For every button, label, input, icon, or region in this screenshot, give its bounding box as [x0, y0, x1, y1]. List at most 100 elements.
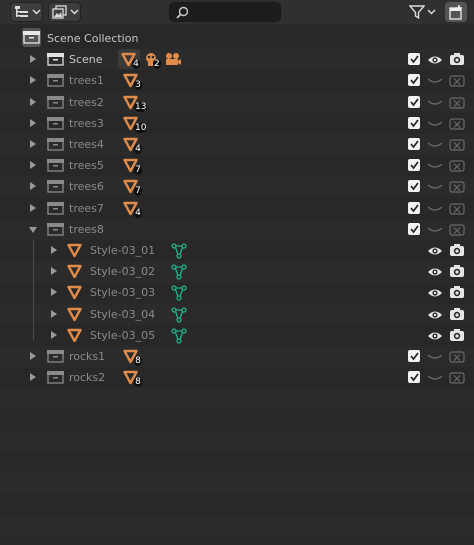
scene-collection-icon-box [22, 28, 41, 47]
row-collection[interactable]: rocks2 8 [0, 367, 474, 388]
exclude-checkbox[interactable] [408, 201, 420, 214]
disclosure-collapsed-icon[interactable] [30, 97, 36, 106]
eye-icon[interactable] [427, 265, 443, 279]
exclude-checkbox[interactable] [408, 371, 420, 384]
object-count-badge[interactable]: 7 [123, 177, 145, 197]
render-camera-disabled-icon[interactable] [449, 370, 465, 385]
row-collection-expanded[interactable]: trees8 [0, 219, 474, 240]
checkmark-icon [410, 119, 419, 128]
row-scene-collection[interactable]: Scene Collection [0, 28, 474, 49]
disclosure-collapsed-icon[interactable] [30, 161, 36, 170]
eye-icon[interactable] [427, 244, 443, 258]
render-camera-icon[interactable] [449, 264, 465, 279]
row-label: trees5 [69, 159, 104, 173]
eye-closed-icon[interactable] [427, 202, 443, 216]
disclosure-collapsed-icon[interactable] [51, 309, 57, 318]
search-field[interactable] [169, 2, 281, 22]
exclude-checkbox[interactable] [408, 116, 420, 129]
exclude-checkbox[interactable] [408, 95, 420, 108]
render-camera-disabled-icon[interactable] [449, 116, 465, 131]
object-count-badge[interactable]: 4 [123, 199, 145, 219]
render-camera-disabled-icon[interactable] [449, 158, 465, 173]
disclosure-collapsed-icon[interactable] [30, 182, 36, 191]
eye-closed-icon[interactable] [427, 74, 443, 88]
eye-icon[interactable] [427, 286, 443, 300]
search-input[interactable] [192, 4, 280, 22]
render-camera-icon[interactable] [449, 243, 465, 258]
display-mode-dropdown[interactable] [10, 2, 43, 22]
row-collection[interactable]: trees4 4 [0, 134, 474, 155]
collection-icon [47, 159, 64, 172]
object-count-badge[interactable]: 8 [123, 368, 145, 388]
eye-icon[interactable] [427, 53, 443, 67]
exclude-checkbox[interactable] [408, 350, 420, 362]
row-collection[interactable]: trees5 7 [0, 155, 474, 176]
render-camera-disabled-icon[interactable] [449, 201, 465, 216]
disclosure-collapsed-icon[interactable] [30, 140, 36, 148]
disclosure-collapsed-icon[interactable] [30, 352, 36, 360]
eye-closed-icon[interactable] [427, 223, 443, 237]
eye-closed-icon[interactable] [427, 159, 443, 173]
row-object[interactable]: Style-03_01 [0, 240, 474, 261]
filter-mode-dropdown[interactable] [48, 2, 81, 22]
render-camera-disabled-icon[interactable] [449, 349, 465, 364]
eye-icon[interactable] [427, 329, 443, 343]
row-collection[interactable]: trees2 13 [0, 92, 474, 113]
new-collection-button[interactable] [445, 2, 467, 22]
exclude-checkbox[interactable] [408, 53, 420, 66]
filter-dropdown[interactable] [407, 2, 439, 22]
disclosure-collapsed-icon[interactable] [30, 55, 36, 64]
row-collection[interactable]: trees3 10 [0, 113, 474, 134]
render-camera-icon[interactable] [449, 52, 465, 67]
row-object[interactable]: Style-03_03 [0, 282, 474, 303]
row-object[interactable]: Style-03_05 [0, 325, 474, 346]
object-count-badge[interactable]: 13 [123, 93, 148, 113]
eye-closed-icon[interactable] [427, 371, 443, 385]
object-count-badge[interactable]: 8 [123, 347, 145, 367]
render-camera-disabled-icon[interactable] [449, 137, 465, 152]
row-collection[interactable]: trees1 3 [0, 70, 474, 91]
disclosure-collapsed-icon[interactable] [30, 373, 36, 382]
exclude-checkbox[interactable] [408, 159, 420, 172]
object-count-badge[interactable]: 7 [123, 156, 145, 176]
eye-closed-icon[interactable] [427, 138, 443, 152]
exclude-checkbox[interactable] [408, 74, 420, 87]
mesh-object-icon [67, 328, 82, 342]
eye-closed-icon[interactable] [427, 96, 443, 110]
row-label: trees1 [69, 74, 104, 88]
object-count-badge[interactable]: 10 [123, 114, 148, 134]
disclosure-collapsed-icon[interactable] [51, 330, 57, 339]
render-camera-disabled-icon[interactable] [449, 95, 465, 110]
object-count-badge[interactable]: 4 [123, 135, 145, 155]
render-camera-disabled-icon[interactable] [449, 73, 465, 88]
exclude-checkbox[interactable] [408, 138, 420, 150]
disclosure-collapsed-icon[interactable] [51, 267, 57, 276]
hierarchy-line [33, 240, 34, 340]
render-camera-disabled-icon[interactable] [449, 179, 465, 194]
exclude-checkbox[interactable] [408, 222, 420, 235]
eye-closed-icon[interactable] [427, 180, 443, 194]
row-scene[interactable]: Scene 4 2 [0, 49, 474, 70]
exclude-checkbox[interactable] [408, 180, 420, 193]
render-camera-disabled-icon[interactable] [449, 222, 465, 237]
disclosure-expanded-icon[interactable] [29, 226, 37, 233]
row-label: trees7 [69, 201, 104, 215]
disclosure-collapsed-icon[interactable] [51, 288, 57, 297]
eye-closed-icon[interactable] [427, 117, 443, 131]
render-camera-icon[interactable] [449, 328, 465, 343]
render-camera-icon[interactable] [449, 307, 465, 322]
eye-closed-icon[interactable] [427, 350, 443, 364]
row-collection[interactable]: trees7 4 [0, 198, 474, 219]
disclosure-collapsed-icon[interactable] [30, 203, 36, 212]
render-camera-icon[interactable] [449, 285, 465, 300]
disclosure-collapsed-icon[interactable] [30, 76, 36, 85]
disclosure-collapsed-icon[interactable] [51, 246, 57, 254]
row-collection[interactable]: trees6 7 [0, 176, 474, 197]
row-collection[interactable]: rocks1 8 [0, 346, 474, 367]
object-count-badge[interactable]: 3 [123, 71, 145, 91]
row-object[interactable]: Style-03_04 [0, 304, 474, 325]
object-count-badge[interactable]: 4 [121, 50, 143, 70]
eye-icon[interactable] [427, 308, 443, 322]
row-object[interactable]: Style-03_02 [0, 261, 474, 282]
disclosure-collapsed-icon[interactable] [30, 118, 36, 127]
